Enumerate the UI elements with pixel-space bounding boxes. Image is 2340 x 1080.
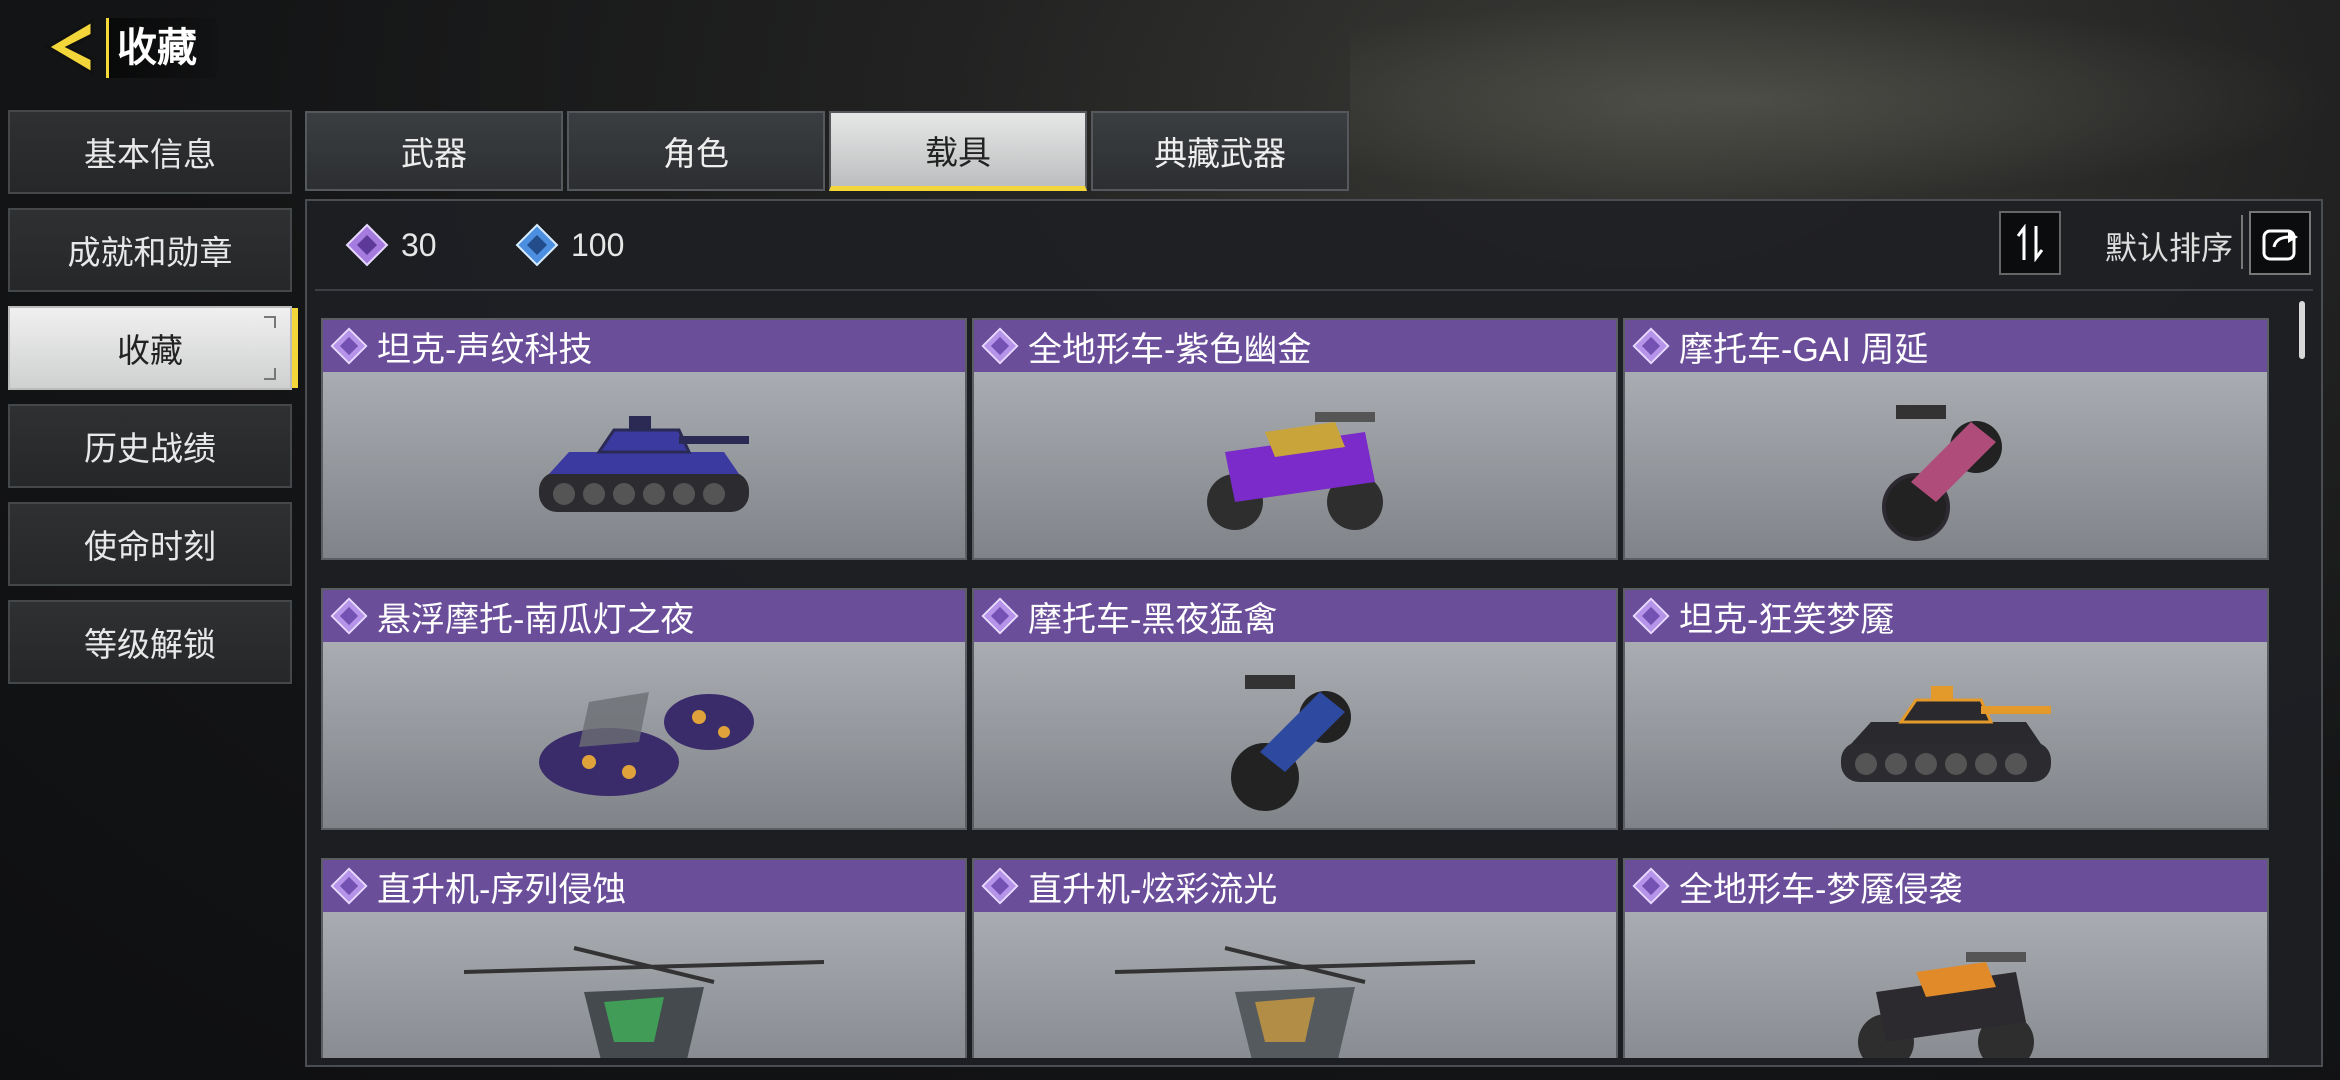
sidebar-item-label: 历史战绩 (84, 430, 216, 467)
tab-legendary-weapons[interactable]: 典藏武器 (1091, 111, 1349, 191)
vehicle-card[interactable]: 全地形车-梦魇侵袭 (1623, 858, 2269, 1058)
sidebar-item-label: 成就和勋章 (67, 234, 233, 271)
sidebar-item-mission-moments[interactable]: 使命时刻 (8, 502, 292, 586)
purple-gem-icon (981, 327, 1019, 365)
sidebar-item-label: 基本信息 (84, 136, 216, 173)
card-header: 悬浮摩托-南瓜灯之夜 (323, 590, 965, 642)
sidebar-item-history[interactable]: 历史战绩 (8, 404, 292, 488)
vehicle-name: 直升机-序列侵蚀 (377, 870, 627, 909)
collection-panel: 30 100 默认排序 坦克-声纹科技 全地形车-紫色幽金 摩托车-GAI 周延… (305, 199, 2323, 1067)
vehicle-name: 摩托车-GAI 周延 (1679, 330, 1929, 369)
tab-vehicles[interactable]: 载具 (829, 111, 1087, 191)
purple-gem-icon (330, 597, 368, 635)
category-tabs: 武器 角色 载具 典藏武器 (305, 111, 1353, 191)
tab-label: 载具 (925, 133, 991, 171)
vehicle-name: 摩托车-黑夜猛禽 (1028, 600, 1278, 639)
divider (2241, 215, 2243, 269)
vehicle-card[interactable]: 直升机-炫彩流光 (972, 858, 1618, 1058)
blue-gem-icon (515, 223, 559, 267)
tab-weapons[interactable]: 武器 (305, 111, 563, 191)
vehicle-name: 全地形车-紫色幽金 (1028, 330, 1312, 369)
vehicle-card[interactable]: 坦克-狂笑梦魇 (1623, 588, 2269, 830)
vehicle-card[interactable]: 全地形车-紫色幽金 (972, 318, 1618, 560)
sidebar-item-collection[interactable]: 收藏 (8, 306, 298, 390)
page-title: 收藏 (106, 18, 217, 78)
vehicle-card[interactable]: 摩托车-黑夜猛禽 (972, 588, 1618, 830)
corner-bracket-icon (264, 368, 276, 380)
card-header: 坦克-声纹科技 (323, 320, 965, 372)
vehicle-image (1625, 912, 2267, 1058)
purple-gem-icon (1632, 597, 1670, 635)
scrollbar[interactable] (2299, 301, 2305, 359)
sidebar: 基本信息 成就和勋章 收藏 历史战绩 使命时刻 等级解锁 (8, 110, 298, 698)
vehicle-card[interactable]: 摩托车-GAI 周延 (1623, 318, 2269, 560)
vehicle-image (323, 642, 965, 828)
card-header: 直升机-序列侵蚀 (323, 860, 965, 912)
panel-divider (315, 289, 2313, 291)
vehicle-name: 坦克-狂笑梦魇 (1679, 600, 1895, 639)
purple-gem-icon (1632, 867, 1670, 905)
purple-gem-icon (330, 327, 368, 365)
sort-label[interactable]: 默认排序 (2105, 223, 2233, 269)
sidebar-item-level-unlock[interactable]: 等级解锁 (8, 600, 292, 684)
vehicle-name: 全地形车-梦魇侵袭 (1679, 870, 1963, 909)
share-icon (2262, 229, 2298, 261)
vehicle-image (974, 912, 1616, 1058)
sidebar-item-achievements[interactable]: 成就和勋章 (8, 208, 292, 292)
vehicle-image (974, 372, 1616, 558)
purple-gem-icon (981, 597, 1019, 635)
sort-arrows-icon (2016, 224, 2044, 262)
vehicle-image (974, 642, 1616, 828)
purple-gem-icon (1632, 327, 1670, 365)
vehicle-name: 坦克-声纹科技 (377, 330, 593, 369)
tab-label: 角色 (663, 135, 729, 172)
vehicle-image (323, 912, 965, 1058)
card-header: 全地形车-紫色幽金 (974, 320, 1616, 372)
vehicle-card[interactable]: 悬浮摩托-南瓜灯之夜 (321, 588, 967, 830)
vehicle-name: 悬浮摩托-南瓜灯之夜 (377, 600, 695, 639)
card-header: 摩托车-黑夜猛禽 (974, 590, 1616, 642)
purple-gem-value: 30 (401, 226, 437, 263)
tab-label: 典藏武器 (1154, 135, 1286, 172)
background-glow (1350, 0, 2340, 200)
tab-label: 武器 (401, 135, 467, 172)
vehicle-image (1625, 642, 2267, 828)
card-header: 坦克-狂笑梦魇 (1625, 590, 2267, 642)
vehicle-image (323, 372, 965, 558)
share-button[interactable] (2249, 211, 2311, 275)
vehicle-image (1625, 372, 2267, 558)
back-arrow-icon (45, 18, 94, 76)
card-header: 摩托车-GAI 周延 (1625, 320, 2267, 372)
sidebar-item-basic-info[interactable]: 基本信息 (8, 110, 292, 194)
vehicle-card[interactable]: 坦克-声纹科技 (321, 318, 967, 560)
sidebar-item-label: 收藏 (117, 332, 183, 369)
blue-gem-count: 100 (515, 223, 624, 267)
card-header: 全地形车-梦魇侵袭 (1625, 860, 2267, 912)
vehicle-name: 直升机-炫彩流光 (1028, 870, 1278, 909)
back-button[interactable] (38, 14, 102, 80)
sidebar-item-label: 等级解锁 (84, 626, 216, 663)
purple-gem-icon (330, 867, 368, 905)
vehicle-card[interactable]: 直升机-序列侵蚀 (321, 858, 967, 1058)
sort-toggle-button[interactable] (1999, 211, 2061, 275)
tab-characters[interactable]: 角色 (567, 111, 825, 191)
blue-gem-value: 100 (571, 226, 625, 263)
card-header: 直升机-炫彩流光 (974, 860, 1616, 912)
vehicle-grid: 坦克-声纹科技 全地形车-紫色幽金 摩托车-GAI 周延 悬浮摩托-南瓜灯之夜 … (321, 318, 2281, 1058)
purple-gem-icon (345, 223, 389, 267)
purple-gem-count: 30 (345, 223, 437, 267)
corner-bracket-icon (264, 316, 276, 328)
purple-gem-icon (981, 867, 1019, 905)
sidebar-item-label: 使命时刻 (84, 528, 216, 565)
